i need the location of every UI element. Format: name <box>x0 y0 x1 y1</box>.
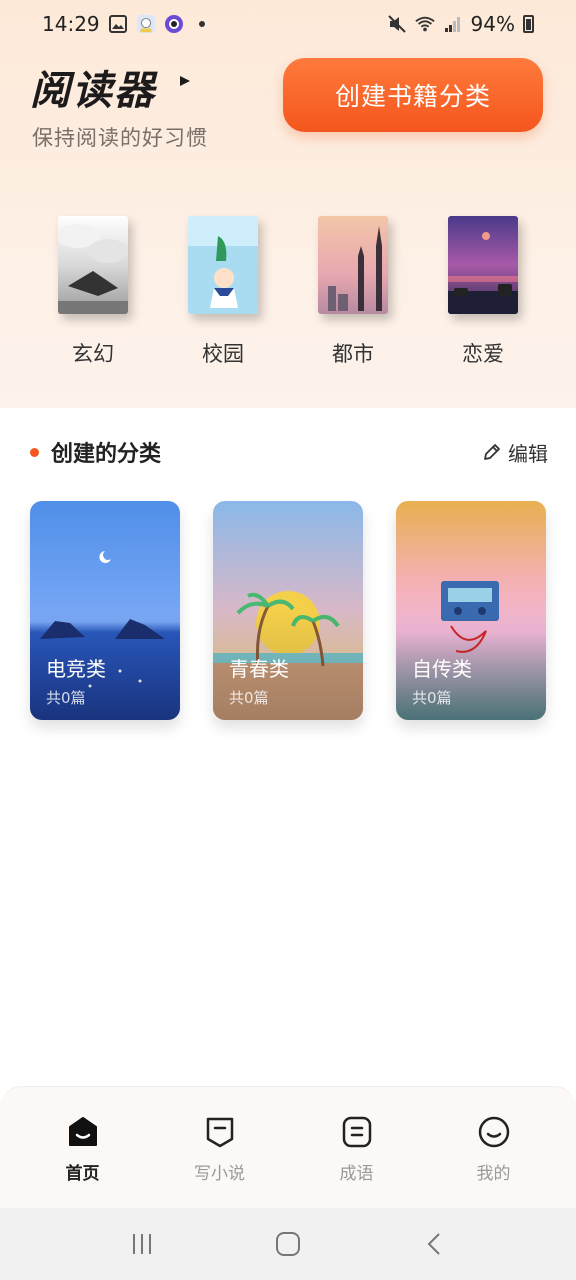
status-time: 14:29 <box>42 12 100 36</box>
edit-label: 编辑 <box>508 441 548 466</box>
nav-label: 写小说 <box>194 1164 245 1184</box>
home-icon <box>68 1117 97 1146</box>
card-name: 青春类 <box>229 657 289 681</box>
genre-item-romance[interactable]: 恋爱 <box>418 216 548 368</box>
camera-app-icon <box>164 14 184 34</box>
card-count: 共0篇 <box>229 689 269 707</box>
profile-icon <box>478 1116 509 1148</box>
card-count: 共0篇 <box>412 689 452 707</box>
card-name: 电竞类 <box>46 657 106 681</box>
more-dot-icon <box>192 14 212 34</box>
nav-label: 首页 <box>65 1164 100 1184</box>
genre-item-city[interactable]: 都市 <box>288 216 418 368</box>
nav-item-home[interactable]: 首页 <box>23 1087 143 1208</box>
signal-icon <box>443 14 463 34</box>
category-card[interactable]: 青春类 共0篇 <box>213 501 363 720</box>
recent-apps-icon[interactable] <box>129 1231 155 1257</box>
card-name: 自传类 <box>412 657 472 681</box>
pencil-icon <box>484 444 500 460</box>
idiom-icon <box>342 1116 371 1148</box>
card-count: 共0篇 <box>46 689 86 707</box>
section-title: 创建的分类 <box>30 436 161 468</box>
mute-icon <box>387 14 407 34</box>
section-dot-icon <box>30 447 39 457</box>
category-card-list: 电竞类 共0篇 青春类 共0篇 自传类 共0篇 <box>30 501 546 720</box>
back-icon[interactable] <box>421 1231 447 1257</box>
section-title-text: 创建的分类 <box>51 442 162 467</box>
system-navigation-bar <box>0 1208 576 1280</box>
genre-list: 玄幻 校园 都市 恋爱 <box>28 216 548 368</box>
genre-label: 玄幻 <box>72 342 114 366</box>
write-icon <box>206 1117 233 1148</box>
home-button-icon[interactable] <box>274 1230 302 1258</box>
category-card[interactable]: 电竞类 共0篇 <box>30 501 180 720</box>
nav-item-profile[interactable]: 我的 <box>434 1087 554 1208</box>
wifi-icon <box>414 14 435 34</box>
genre-label: 都市 <box>332 342 374 366</box>
battery-icon <box>523 15 534 33</box>
genre-label: 恋爱 <box>462 342 504 366</box>
title-accent-icon <box>180 76 190 86</box>
gallery-icon <box>108 14 128 34</box>
created-categories-header: 创建的分类 编辑 <box>30 436 548 468</box>
genre-cover-image <box>188 216 258 314</box>
category-card[interactable]: 自传类 共0篇 <box>396 501 546 720</box>
bottom-navigation: 首页 写小说 成语 我的 <box>0 1086 576 1208</box>
app-notification-icon <box>136 14 156 34</box>
nav-label: 我的 <box>476 1164 511 1184</box>
genre-item-campus[interactable]: 校园 <box>158 216 288 368</box>
nav-item-write[interactable]: 写小说 <box>160 1087 280 1208</box>
edit-button[interactable]: 编辑 <box>482 438 548 467</box>
genre-cover-image <box>58 216 128 314</box>
nav-item-idiom[interactable]: 成语 <box>297 1087 417 1208</box>
genre-item-xuanhuan[interactable]: 玄幻 <box>28 216 158 368</box>
genre-label: 校园 <box>202 342 244 366</box>
genre-cover-image <box>318 216 388 314</box>
status-bar: 14:29 94% <box>0 0 576 48</box>
genre-cover-image <box>448 216 518 314</box>
app-title: 阅读器 <box>30 68 156 114</box>
create-category-button[interactable]: 创建书籍分类 <box>283 58 543 132</box>
battery-percent: 94% <box>470 12 515 36</box>
nav-label: 成语 <box>339 1164 374 1184</box>
app-subtitle: 保持阅读的好习惯 <box>32 126 208 150</box>
